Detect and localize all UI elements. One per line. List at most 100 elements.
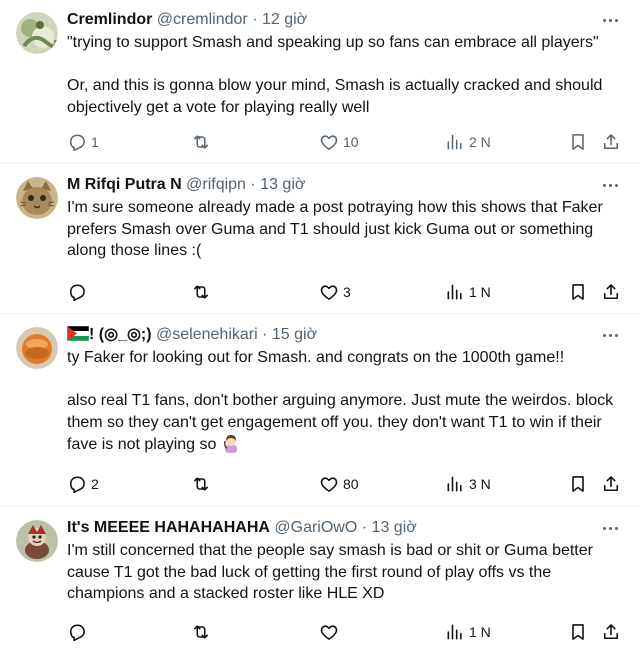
bookmark-icon [572,476,584,492]
timestamp[interactable]: 13 giờ [372,519,417,536]
share-button[interactable] [601,621,621,643]
tweet-text: I'm still concerned that the people say … [67,540,627,605]
reply-count: 1 [91,134,99,150]
like-button[interactable]: 80 [319,473,359,495]
like-icon [320,477,338,492]
share-icon [603,284,619,300]
views-icon [447,134,462,150]
action-bar: 3 1 N [67,281,624,303]
display-name[interactable]: M Rifqi Putra N [67,176,182,193]
tweet-text: I'm sure someone already made a post pot… [67,197,627,262]
timestamp[interactable]: 15 giờ [272,326,317,343]
like-button[interactable]: 10 [319,131,359,153]
tweet-text: "trying to support Smash and speaking up… [67,32,627,118]
like-icon [320,285,338,300]
share-icon [603,624,619,640]
reply-button[interactable]: 2 [67,473,99,495]
tweet-paragraph: I'm sure someone already made a post pot… [67,199,603,259]
timeline-feed: Cremlindor @cremlindor · 12 giờ "trying … [0,0,640,658]
more-icon[interactable] [600,520,620,536]
separator-dot: · [252,11,258,28]
action-bar: 1 N [67,621,624,643]
views-button[interactable]: 1 N [445,621,491,643]
reply-button[interactable]: 1 [67,131,99,153]
like-button[interactable]: 3 [319,281,351,303]
reply-icon [69,284,85,302]
bookmark-icon [572,284,584,300]
handle[interactable]: @selenehikari [156,326,258,343]
like-icon [320,625,338,640]
retweet-icon [193,625,209,639]
retweet-button[interactable] [191,621,215,643]
avatar[interactable] [16,12,58,54]
retweet-button[interactable] [191,281,215,303]
bookmark-button[interactable] [568,131,588,153]
tweet-header: Cremlindor @cremlindor · 12 giờ [67,10,600,30]
bookmark-icon [572,134,584,150]
retweet-button[interactable] [191,131,215,153]
tweet-header: M Rifqi Putra N @rifqipn · 13 giờ [67,175,600,195]
reply-count: 2 [91,476,99,492]
tweet-paragraph: "trying to support Smash and speaking up… [67,34,599,51]
tweet[interactable]: It's MEEEE HAHAHAHAHA @GariOwO · 13 giờ … [0,508,640,658]
retweet-icon [193,477,209,491]
views-button[interactable]: 3 N [445,473,491,495]
views-icon [447,476,462,492]
timestamp[interactable]: 13 giờ [260,176,305,193]
more-icon[interactable] [600,177,620,193]
tweet-paragraph: Or, and this is gonna blow your mind, Sm… [67,77,603,116]
share-button[interactable] [601,473,621,495]
like-icon [320,135,338,150]
like-count: 80 [343,476,359,492]
bookmark-button[interactable] [568,473,588,495]
tweet-paragraph: also real T1 fans, don't bother arguing … [67,390,627,456]
separator-dot: · [250,176,256,193]
tweet-text: ty Faker for looking out for Smash. and … [67,347,627,456]
handle[interactable]: @GariOwO [274,519,357,536]
tweet[interactable]: ! (◎_◎;) @selenehikari · 15 giờ ty Faker… [0,315,640,507]
retweet-button[interactable] [191,473,215,495]
reply-button[interactable] [67,621,91,643]
display-name[interactable]: Cremlindor [67,11,152,28]
display-name[interactable]: ! (◎_◎;) [67,326,152,343]
handle[interactable]: @rifqipn [186,176,246,193]
tweet-paragraph-text: also real T1 fans, don't bother arguing … [67,392,614,453]
share-button[interactable] [601,131,621,153]
views-button[interactable]: 1 N [445,281,491,303]
views-count: 2 N [469,134,491,150]
views-count: 3 N [469,476,491,492]
tweet[interactable]: M Rifqi Putra N @rifqipn · 13 giờ I'm su… [0,165,640,314]
share-icon [604,134,618,149]
avatar[interactable] [16,327,58,369]
palestine-flag-icon [67,326,89,341]
reply-icon [69,476,85,494]
reply-icon [70,134,85,152]
like-button[interactable] [319,621,343,643]
bookmark-icon [572,624,584,640]
handle[interactable]: @cremlindor [157,11,248,28]
tweet-paragraph: ty Faker for looking out for Smash. and … [67,349,565,366]
display-name[interactable]: It's MEEEE HAHAHAHAHA [67,519,270,536]
woman-tipping-hand-emoji-icon [223,435,237,453]
views-button[interactable]: 2 N [445,131,491,153]
retweet-icon [193,285,209,299]
retweet-icon [194,135,208,149]
tweet-header: ! (◎_◎;) @selenehikari · 15 giờ [67,325,600,345]
avatar[interactable] [16,177,58,219]
like-count: 3 [343,284,351,300]
separator-dot: · [361,519,368,536]
like-count: 10 [343,134,359,150]
tweet[interactable]: Cremlindor @cremlindor · 12 giờ "trying … [0,0,640,164]
more-icon[interactable] [600,327,620,343]
views-icon [447,624,462,640]
more-icon[interactable] [600,12,620,28]
share-button[interactable] [601,281,621,303]
views-count: 1 N [469,284,491,300]
action-bar: 2 80 3 N [67,473,624,495]
bookmark-button[interactable] [568,621,588,643]
tweet-paragraph: I'm still concerned that the people say … [67,542,593,602]
timestamp[interactable]: 12 giờ [262,11,307,28]
reply-button[interactable] [67,281,91,303]
avatar[interactable] [16,520,58,562]
bookmark-button[interactable] [568,281,588,303]
